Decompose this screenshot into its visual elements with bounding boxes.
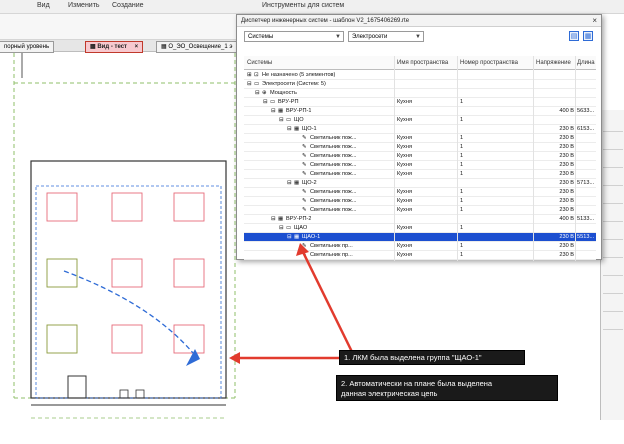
annotation-arrow [300,249,357,359]
arrowhead [296,243,309,256]
callout-text: данная электрическая цепь [341,389,438,398]
arrowhead [229,352,240,364]
callout-step-1: 1. ЛКМ была выделена группа "ЩАО-1" [339,350,525,365]
callout-step-2: 2. Автоматически на плане была выделена … [336,375,558,401]
callout-text: 2. Автоматически на плане была выделена [341,379,493,388]
callout-text: 1. ЛКМ была выделена группа "ЩАО-1" [344,353,482,362]
annotation-overlay [229,243,357,364]
